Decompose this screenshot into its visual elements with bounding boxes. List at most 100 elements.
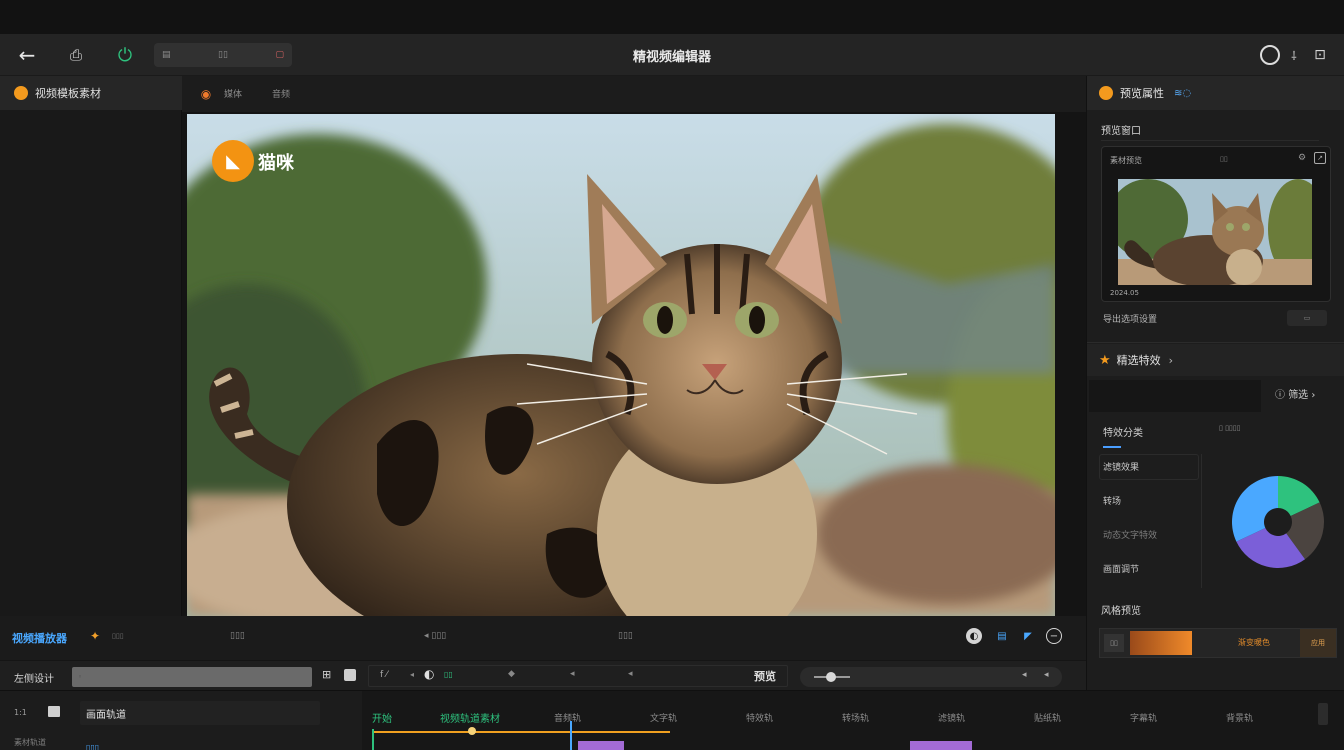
player-control-bar: 视频播放器 ✦ ▯▯▯ ▯▯▯ ◂ ▯▯▯ ▯▯▯ ◐ ▤ ◤ −: [0, 616, 1086, 660]
project-field-close-icon[interactable]: ▢: [275, 50, 284, 60]
top-strip: [0, 0, 1344, 34]
chevron-right-icon: ›: [1168, 353, 1174, 367]
style-preview-row[interactable]: ▯▯ 渐变暖色 应用: [1099, 628, 1337, 658]
timeline-tick: 文字轨: [650, 714, 678, 724]
stop-icon[interactable]: [344, 669, 356, 681]
video-preview[interactable]: [187, 114, 1055, 616]
project-field-left: ▤: [162, 50, 171, 60]
player-rewind[interactable]: ◂ ▯▯▯: [424, 631, 446, 641]
gradient-swatch[interactable]: [1130, 631, 1192, 655]
aspect-ratio-label: 1:1: [14, 708, 27, 717]
effect-item[interactable]: 动态文字特效: [1103, 528, 1157, 541]
gradient-name: 渐变暖色: [1238, 638, 1270, 647]
star-icon: ★: [1099, 352, 1111, 368]
selection-indicator: [1103, 446, 1121, 448]
panel-toggle-icon[interactable]: ⊡: [1310, 44, 1330, 66]
effect-item[interactable]: 画面调节: [1103, 562, 1139, 575]
tool-prev[interactable]: ◂: [410, 670, 414, 679]
project-field[interactable]: ▤ ▯▯ ▢: [154, 43, 292, 67]
camera-icon[interactable]: ⎙: [64, 43, 88, 67]
timeline-tick: 滤镜轨: [938, 714, 966, 724]
style-toggle-button[interactable]: ▯▯: [1104, 634, 1124, 652]
thumbnail-title: 素材预览: [1110, 156, 1142, 165]
plug-icon[interactable]: ⏻: [112, 43, 138, 67]
timeline-scrollbar[interactable]: [1318, 703, 1328, 725]
logo-text: 猫咪: [258, 153, 294, 174]
tool-keyframe-icon[interactable]: ◆: [508, 669, 515, 679]
toolbar-label: 左侧设计: [14, 674, 54, 685]
grid-icon[interactable]: ⊞: [322, 668, 331, 681]
title-bar: ← ⎙ ⏻ ▤ ▯▯ ▢ 精视频编辑器 ⸸ ⊡: [0, 34, 1344, 76]
preview-label: 预览: [754, 670, 776, 683]
tool-color-icon[interactable]: ◐: [424, 667, 434, 681]
filter-icon: ⓘ: [1275, 390, 1289, 401]
aspect-ratio-icon[interactable]: [48, 706, 60, 717]
player-time: ▯▯▯: [230, 631, 245, 641]
thumbnail-expand-icon[interactable]: ↗: [1314, 152, 1326, 164]
timeline-tick: 音频轨: [554, 714, 582, 724]
tool-tag[interactable]: ▯▯: [444, 670, 453, 679]
timeline-tick: 贴纸轨: [1034, 714, 1062, 724]
zoom-slider[interactable]: ◂ ◂: [800, 667, 1062, 687]
track-name: 画面轨道: [86, 710, 126, 721]
pin-icon[interactable]: ⸸: [1286, 44, 1302, 66]
right-panel-accent[interactable]: ≋◌: [1174, 88, 1191, 99]
donut-slice: [1232, 476, 1278, 542]
apply-style-button[interactable]: 应用: [1300, 629, 1336, 657]
in-point-marker[interactable]: [372, 729, 374, 750]
zoom-out-icon[interactable]: ◂: [1044, 670, 1049, 680]
zoom-slider-knob[interactable]: [826, 672, 836, 682]
left-sidebar-header[interactable]: 视频模板素材: [0, 76, 182, 110]
clip-name-field[interactable]: ◦: [72, 667, 312, 687]
playhead[interactable]: [570, 721, 572, 750]
template-icon: [14, 86, 28, 100]
right-panel: 预览属性 ≋◌ 预览窗口 素材预览 ▯▯ ⚙ ↗ 2024.05 导出选项设置 …: [1086, 76, 1344, 690]
work-area-bar[interactable]: [372, 731, 670, 733]
zoom-in-icon[interactable]: ◂: [1022, 670, 1027, 680]
player-meta: ▯▯▯: [112, 632, 124, 640]
thumbnail-date: 2024.05: [1110, 289, 1139, 297]
featured-effects-label: 精选特效: [1116, 354, 1161, 367]
track-link[interactable]: ▯▯▯: [86, 743, 99, 750]
logo-badge-icon: ◣: [212, 140, 254, 182]
project-field-mid: ▯▯: [218, 50, 228, 60]
effects-donut-chart: [1232, 476, 1324, 568]
film-icon[interactable]: ✦: [90, 629, 100, 643]
right-panel-title: 预览属性: [1120, 87, 1164, 100]
minus-circle-icon[interactable]: −: [1046, 628, 1062, 644]
media-tab-icon[interactable]: ◉: [198, 86, 214, 102]
editing-toolbar: 左侧设计 ◦ ⊞ f ⁄ ◂ ◐ ▯▯ ◆ ◂ ◂ 预览 ◂ ◂: [0, 660, 1086, 690]
tool-back-2[interactable]: ◂: [628, 669, 633, 679]
monitor-icon[interactable]: ▤: [994, 628, 1010, 644]
thumbnail-settings-icon[interactable]: ⚙: [1298, 153, 1306, 163]
filter-button[interactable]: ⓘ 筛选 ›: [1275, 386, 1315, 401]
export-caption: 导出选项设置: [1103, 315, 1158, 325]
timeline-clip[interactable]: [910, 741, 972, 750]
work-area-handle[interactable]: [468, 727, 476, 735]
timeline-clip[interactable]: [578, 741, 624, 750]
effects-list-header: 特效分类: [1103, 428, 1143, 439]
left-sidebar: 视频模板素材: [0, 76, 182, 616]
record-circle-icon[interactable]: [1260, 45, 1280, 65]
left-sidebar-title: 视频模板素材: [35, 87, 101, 100]
flag-icon[interactable]: ◤: [1020, 628, 1036, 644]
snapshot-icon[interactable]: ◐: [966, 628, 982, 644]
tool-function[interactable]: f ⁄: [380, 670, 388, 680]
effects-chart-area: [1201, 454, 1335, 588]
timeline-tick: 字幕轨: [1130, 714, 1158, 724]
tab-audio[interactable]: 音频: [272, 87, 290, 100]
right-panel-header[interactable]: 预览属性 ≋◌: [1087, 76, 1344, 110]
effect-item[interactable]: 转场: [1103, 494, 1121, 507]
effects-search-input[interactable]: [1089, 380, 1261, 412]
track-label: 素材轨道: [14, 738, 46, 747]
thumbnail-card[interactable]: 素材预览 ▯▯ ⚙ ↗ 2024.05: [1101, 146, 1331, 302]
featured-effects-row[interactable]: ★ 精选特效 ›: [1087, 344, 1344, 376]
export-button[interactable]: ▭: [1287, 310, 1327, 326]
effect-item[interactable]: 滤镜效果: [1103, 460, 1139, 473]
divider: [1101, 140, 1319, 141]
timeline-tick: 背景轨: [1226, 714, 1254, 724]
back-arrow-icon[interactable]: ←: [14, 43, 40, 67]
cat-video-frame: [187, 114, 1055, 616]
tab-media[interactable]: 媒体: [224, 87, 242, 100]
tool-back[interactable]: ◂: [570, 669, 575, 679]
